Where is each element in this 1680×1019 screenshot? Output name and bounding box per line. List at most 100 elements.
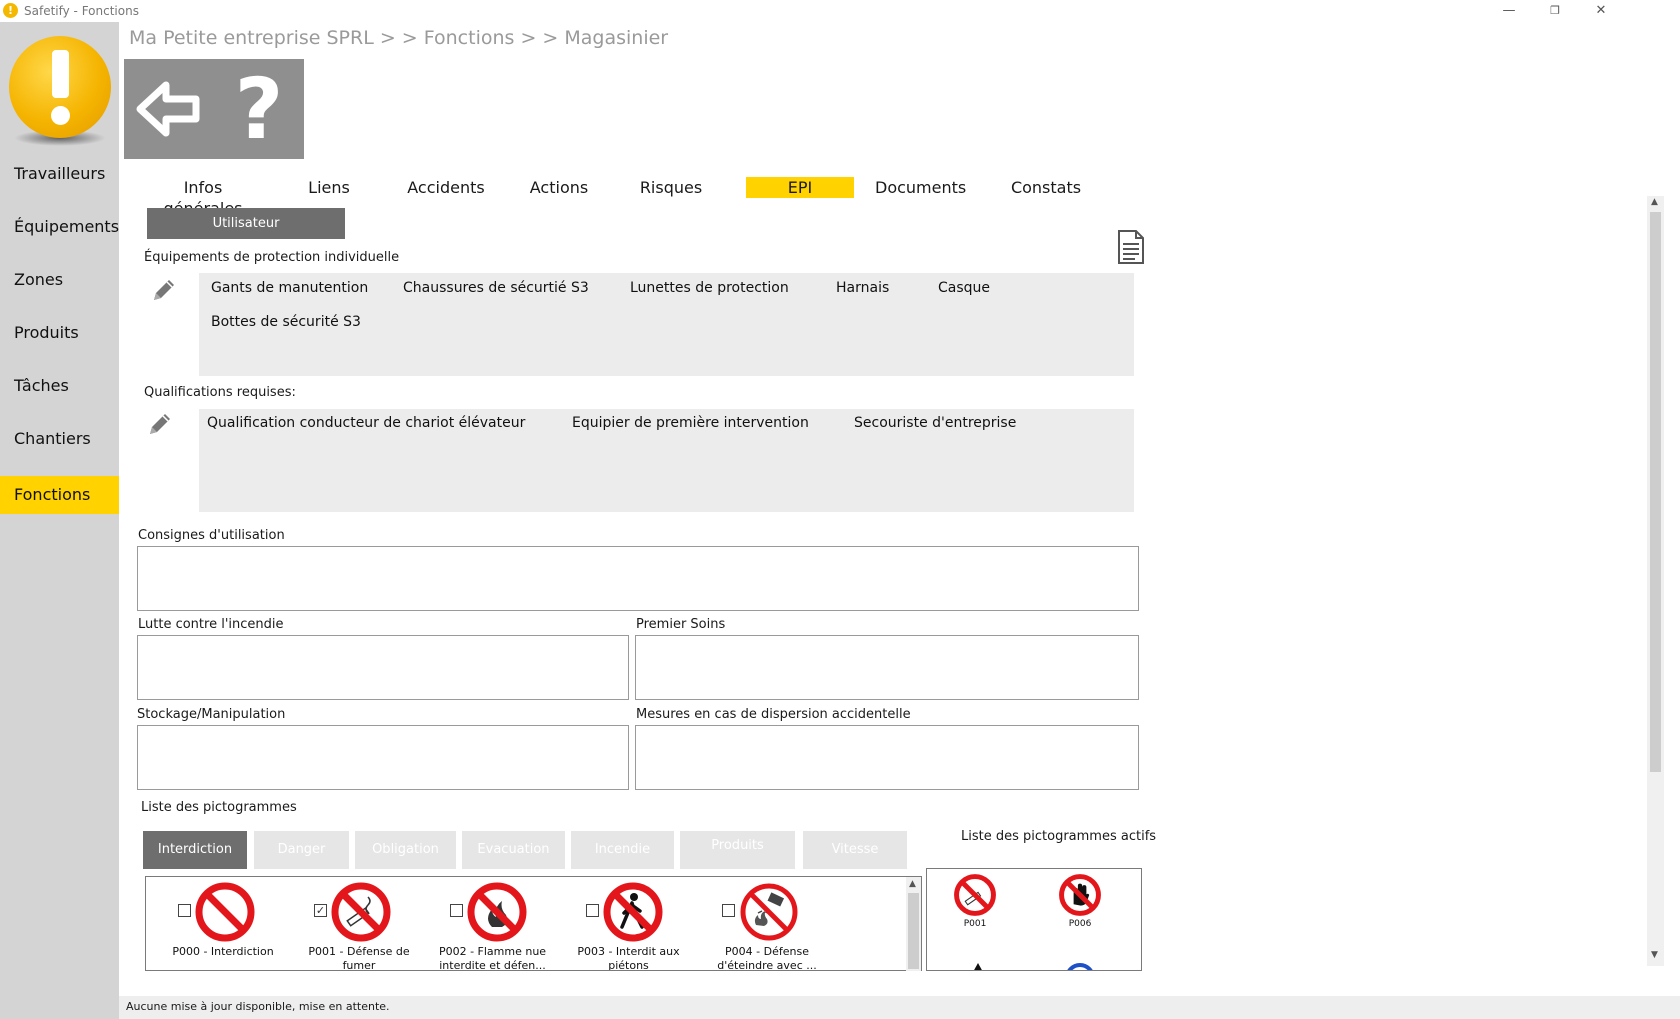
no-pedestrians-icon	[603, 882, 663, 942]
document-icon[interactable]	[1117, 230, 1145, 264]
pictograms-label: Liste des pictogrammes	[141, 800, 297, 815]
no-water-extinguish-icon	[740, 883, 798, 941]
pictogram-label: P001 - Défense de fumer	[308, 945, 410, 971]
sidebar-item-chantiers[interactable]: Chantiers	[0, 419, 119, 458]
pictogram-checkbox[interactable]	[450, 904, 463, 917]
scroll-down-icon[interactable]: ▼	[1651, 950, 1658, 960]
tab-liens[interactable]: Liens	[303, 177, 355, 198]
active-pictogram-item[interactable]: P006	[1050, 869, 1110, 939]
picto-tab-incendie[interactable]: Incendie	[571, 831, 674, 869]
stockage-textarea[interactable]	[137, 725, 629, 790]
picto-tab-produits[interactable]: Produits	[680, 831, 795, 869]
pictogram-label: P002 - Flamme nue interdite et défen...	[438, 945, 547, 971]
picto-tab-vitesse[interactable]: Vitesse	[803, 831, 907, 869]
pictogram-label: P004 - Défense d'éteindre avec ...	[717, 945, 817, 971]
subtab-utilisateur[interactable]: Utilisateur	[147, 208, 345, 239]
active-pictogram-item[interactable]: P001	[945, 869, 1005, 939]
mandatory-sign-icon	[1065, 963, 1095, 970]
dispersion-label: Mesures en cas de dispersion accidentell…	[636, 707, 911, 722]
warning-icon	[973, 963, 983, 970]
pictogram-label: P000 - Interdiction	[172, 945, 274, 958]
back-button[interactable]	[134, 69, 204, 149]
sidebar-item-equipements[interactable]: Équipements	[0, 207, 119, 246]
epi-item: Bottes de sécurité S3	[211, 314, 361, 330]
sidebar-item-zones[interactable]: Zones	[0, 260, 119, 299]
arrow-left-icon	[136, 81, 200, 137]
tab-infos-generales[interactable]: Infos générales	[145, 177, 261, 218]
sidebar: Travailleurs Équipements Zones Produits …	[0, 22, 119, 1019]
pictogram-label: P003 - Interdit aux piétons	[577, 945, 680, 971]
active-pictogram-list: P001 P006	[926, 868, 1142, 971]
picto-tab-danger[interactable]: Danger	[254, 831, 349, 869]
edit-epi-pencil-icon[interactable]	[150, 276, 178, 304]
scrollbar-thumb[interactable]	[1650, 212, 1661, 772]
tab-actions[interactable]: Actions	[527, 177, 591, 198]
title-bar: ! Safetify - Fonctions — ❐ ✕	[0, 0, 1680, 22]
soins-label: Premier Soins	[636, 617, 726, 632]
app-window: ! Safetify - Fonctions — ❐ ✕ Travailleur…	[0, 0, 1680, 1019]
sidebar-item-taches[interactable]: Tâches	[0, 366, 119, 405]
pictogram-item[interactable]: P002 - Flamme nue interdite et défen...	[420, 877, 550, 970]
active-pictogram-label: P006	[1068, 919, 1092, 929]
pictogram-item[interactable]: P004 - Défense d'éteindre avec ...	[692, 877, 822, 970]
pictogram-list-scrollbar[interactable]: ▲	[906, 877, 921, 971]
qualification-item: Qualification conducteur de chariot élév…	[207, 415, 526, 431]
restore-button[interactable]: ❐	[1532, 0, 1578, 22]
epi-item: Gants de manutention	[211, 280, 369, 296]
incendie-textarea[interactable]	[137, 635, 629, 700]
status-text: Aucune mise à jour disponible, mise en a…	[126, 1000, 390, 1013]
scroll-up-icon[interactable]: ▲	[909, 879, 916, 889]
prohibition-icon	[195, 882, 255, 942]
epi-item: Lunettes de protection	[630, 280, 789, 296]
status-bar: Aucune mise à jour disponible, mise en a…	[119, 996, 1680, 1019]
qualifications-label: Qualifications requises:	[144, 385, 296, 400]
no-entry-hand-icon	[1059, 874, 1101, 916]
close-button[interactable]: ✕	[1578, 0, 1624, 22]
toolbar: ?	[124, 59, 304, 159]
stockage-label: Stockage/Manipulation	[137, 707, 286, 722]
pictogram-item[interactable]: P000 - Interdiction	[148, 877, 278, 970]
pictogram-item[interactable]: P003 - Interdit aux piétons	[556, 877, 686, 970]
sidebar-item-fonctions[interactable]: Fonctions	[0, 476, 119, 514]
pictogram-checkbox[interactable]	[178, 904, 191, 917]
qualification-item: Secouriste d'entreprise	[854, 415, 1017, 431]
pictogram-item[interactable]: ✓ P001 - Défense de fumer	[284, 877, 414, 970]
breadcrumb: Ma Petite entreprise SPRL > > Fonctions …	[129, 27, 669, 49]
edit-qualifications-pencil-icon[interactable]	[146, 410, 174, 438]
no-smoking-icon	[954, 874, 996, 916]
picto-tab-obligation[interactable]: Obligation	[355, 831, 456, 869]
scrollbar-thumb[interactable]	[908, 893, 919, 969]
picto-tab-interdiction[interactable]: Interdiction	[143, 831, 247, 869]
epi-item: Casque	[938, 280, 991, 296]
tab-risques[interactable]: Risques	[638, 177, 704, 198]
qualification-item: Equipier de première intervention	[572, 415, 809, 431]
tab-constats[interactable]: Constats	[1006, 177, 1086, 198]
pictogram-checkbox[interactable]	[586, 904, 599, 917]
epi-label: Équipements de protection individuelle	[144, 250, 400, 265]
pictogram-checkbox[interactable]	[722, 904, 735, 917]
pictogram-checkbox[interactable]: ✓	[314, 904, 327, 917]
minimize-button[interactable]: —	[1486, 0, 1532, 22]
picto-tab-evacuation[interactable]: Evacuation	[462, 831, 565, 869]
tab-epi[interactable]: EPI	[746, 177, 854, 198]
sidebar-item-produits[interactable]: Produits	[0, 313, 119, 352]
no-smoking-icon	[331, 882, 391, 942]
tab-accidents[interactable]: Accidents	[405, 177, 487, 198]
scroll-up-icon[interactable]: ▲	[1651, 197, 1658, 207]
app-logo-icon: !	[3, 3, 18, 18]
tab-documents[interactable]: Documents	[875, 177, 966, 198]
active-pictogram-label: P001	[963, 919, 987, 929]
pictogram-list: P000 - Interdiction ✓ P001 - Défense de …	[145, 876, 922, 971]
help-button[interactable]: ?	[219, 61, 299, 157]
no-open-flame-icon	[467, 882, 527, 942]
consignes-textarea[interactable]	[137, 546, 1139, 611]
soins-textarea[interactable]	[635, 635, 1139, 700]
window-title: Safetify - Fonctions	[24, 4, 139, 18]
epi-item: Chaussures de sécurtié S3	[403, 280, 589, 296]
page-scrollbar[interactable]: ▲ ▼	[1647, 196, 1664, 966]
epi-item: Harnais	[836, 280, 890, 296]
sidebar-item-travailleurs[interactable]: Travailleurs	[0, 154, 119, 193]
dispersion-textarea[interactable]	[635, 725, 1139, 790]
active-pictograms-label: Liste des pictogrammes actifs	[961, 829, 1157, 844]
incendie-label: Lutte contre l'incendie	[138, 617, 284, 632]
